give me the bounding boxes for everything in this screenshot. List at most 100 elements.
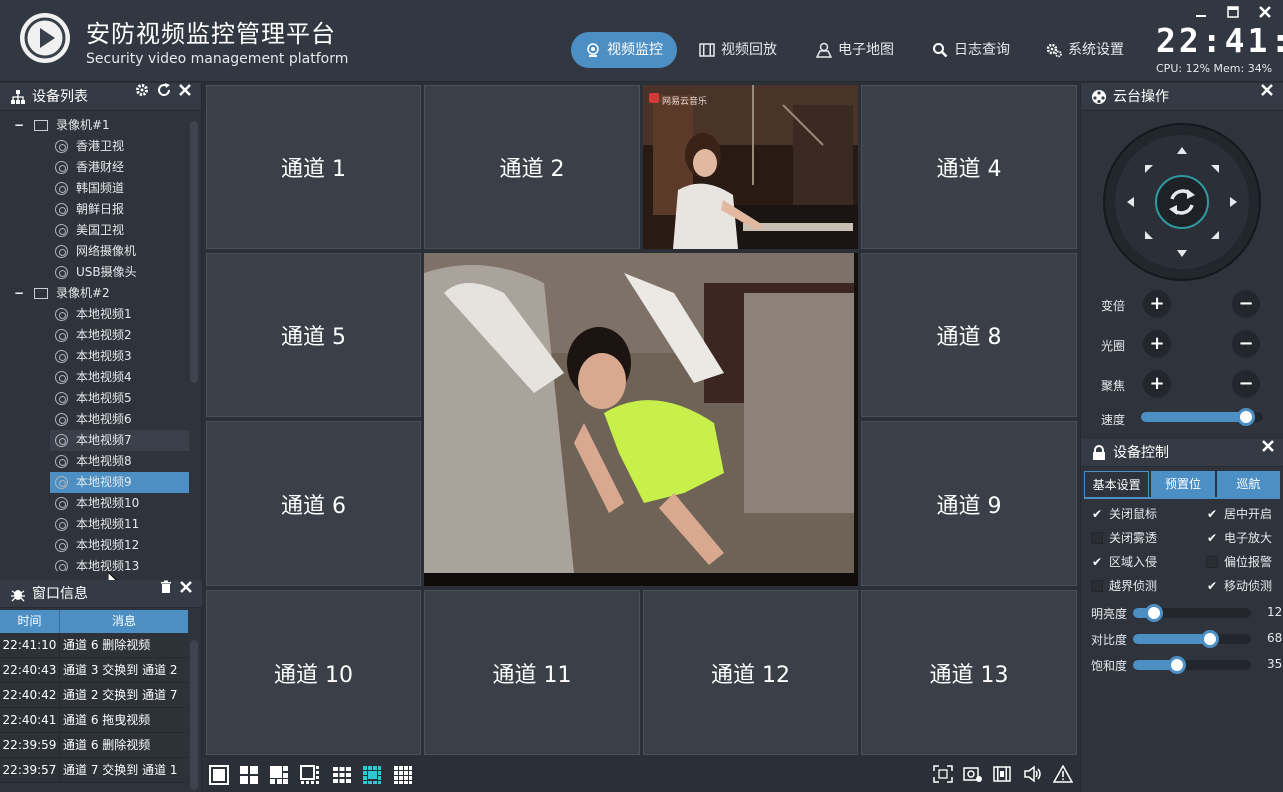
feature-checkbox[interactable]: ✔ 区域入侵 <box>1089 553 1157 571</box>
tree-item-channel[interactable]: 本地视频8 <box>0 451 190 472</box>
close-icon[interactable] <box>1261 83 1273 97</box>
tree-item-channel[interactable]: 本地视频11 <box>0 514 190 535</box>
minimize-button[interactable] <box>1191 3 1211 21</box>
ptz-right-button[interactable] <box>1230 197 1237 207</box>
tree-item-channel[interactable]: 本地视频4 <box>0 367 190 388</box>
close-button[interactable] <box>1255 3 1275 21</box>
adjust-slider-knob[interactable] <box>1201 630 1219 648</box>
channel-tile-10[interactable]: 通道 10 <box>206 590 421 755</box>
record-film-icon[interactable] <box>993 765 1013 783</box>
tree-group-recorder[interactable]: − 录像机#1 <box>0 115 190 136</box>
refresh-icon[interactable] <box>157 83 171 97</box>
channel-tile-8[interactable]: 通道 8 <box>861 253 1077 417</box>
channel-tile-7-video-large[interactable] <box>424 253 858 586</box>
adjust-slider[interactable] <box>1133 604 1251 622</box>
ptz-up-button[interactable] <box>1177 147 1187 154</box>
layout-8-icon[interactable] <box>300 765 320 785</box>
ptz-down-left-button[interactable] <box>1145 231 1153 239</box>
close-icon[interactable] <box>179 83 191 97</box>
focus-far-button[interactable]: − <box>1232 370 1260 398</box>
snapshot-icon[interactable] <box>963 765 983 783</box>
channel-tile-2[interactable]: 通道 2 <box>424 85 640 249</box>
tree-item-channel[interactable]: 本地视频10 <box>0 493 190 514</box>
channel-tile-4[interactable]: 通道 4 <box>861 85 1077 249</box>
nav-video-monitor[interactable]: 视频监控 <box>571 32 677 68</box>
ptz-up-left-button[interactable] <box>1145 165 1153 173</box>
channel-tile-9[interactable]: 通道 9 <box>861 421 1077 586</box>
trash-icon[interactable] <box>160 580 172 594</box>
layout-6-icon[interactable] <box>269 765 289 785</box>
adjust-slider-knob[interactable] <box>1168 656 1186 674</box>
collapse-icon[interactable]: − <box>14 283 26 304</box>
tree-group-recorder[interactable]: − 录像机#2 <box>0 283 190 304</box>
nav-log-query[interactable]: 日志查询 <box>932 32 1010 68</box>
iris-close-button[interactable]: − <box>1232 330 1260 358</box>
tree-item-channel[interactable]: 本地视频3 <box>0 346 190 367</box>
feature-checkbox[interactable]: ✔ 电子放大 <box>1204 529 1272 547</box>
adjust-slider[interactable] <box>1133 656 1251 674</box>
log-row[interactable]: 22:41:10 通道 6 删除视频 <box>0 633 188 658</box>
tree-item-channel[interactable]: 本地视频7 <box>0 430 190 451</box>
tab-presets[interactable]: 预置位 <box>1151 471 1215 497</box>
settings-gear-icon[interactable] <box>135 83 149 97</box>
layout-1-icon[interactable] <box>209 765 229 785</box>
tree-item-channel[interactable]: USB摄像头 <box>0 262 190 283</box>
close-icon[interactable] <box>1262 439 1274 453</box>
layout-4-icon[interactable] <box>239 765 259 785</box>
tab-cruise[interactable]: 巡航 <box>1216 471 1280 497</box>
tree-item-channel[interactable]: 美国卫视 <box>0 220 190 241</box>
tree-item-channel[interactable]: 韩国频道 <box>0 178 190 199</box>
close-icon[interactable] <box>180 580 192 594</box>
speed-slider-knob[interactable] <box>1237 408 1255 426</box>
tree-scrollbar[interactable] <box>190 121 198 383</box>
tree-item-channel[interactable]: 本地视频6 <box>0 409 190 430</box>
tree-item-channel[interactable]: 本地视频13 <box>0 556 190 571</box>
ptz-auto-rotate-button[interactable] <box>1155 175 1209 229</box>
channel-tile-13[interactable]: 通道 13 <box>861 590 1077 755</box>
adjust-slider-knob[interactable] <box>1145 604 1163 622</box>
tree-item-channel[interactable]: 香港财经 <box>0 157 190 178</box>
nav-system-settings[interactable]: 系统设置 <box>1046 32 1124 68</box>
feature-checkbox[interactable]: 关闭雾透 <box>1089 529 1157 547</box>
feature-checkbox[interactable]: 偏位报警 <box>1204 553 1272 571</box>
zoom-in-button[interactable]: + <box>1143 290 1171 318</box>
channel-tile-6[interactable]: 通道 6 <box>206 421 421 586</box>
channel-tile-5[interactable]: 通道 5 <box>206 253 421 417</box>
channel-tile-3-video[interactable]: 网易云音乐 <box>643 85 858 249</box>
log-row[interactable]: 22:40:42 通道 2 交换到 通道 7 <box>0 683 188 708</box>
tree-item-channel[interactable]: 本地视频1 <box>0 304 190 325</box>
iris-open-button[interactable]: + <box>1143 330 1171 358</box>
volume-icon[interactable] <box>1023 765 1043 783</box>
log-row[interactable]: 22:39:57 通道 7 交换到 通道 1 <box>0 758 188 783</box>
ptz-up-right-button[interactable] <box>1211 165 1219 173</box>
adjust-slider[interactable] <box>1133 630 1251 648</box>
collapse-icon[interactable]: − <box>14 115 26 136</box>
channel-tile-11[interactable]: 通道 11 <box>424 590 640 755</box>
log-scrollbar[interactable] <box>190 640 198 790</box>
nav-electronic-map[interactable]: 电子地图 <box>816 32 894 68</box>
tree-item-channel[interactable]: 本地视频5 <box>0 388 190 409</box>
focus-near-button[interactable]: + <box>1143 370 1171 398</box>
alarm-warning-icon[interactable] <box>1053 765 1073 783</box>
layout-16-icon[interactable] <box>393 765 413 785</box>
feature-checkbox[interactable]: ✔ 关闭鼠标 <box>1089 505 1157 523</box>
tree-item-channel[interactable]: 本地视频12 <box>0 535 190 556</box>
ptz-left-button[interactable] <box>1127 197 1134 207</box>
log-row[interactable]: 22:40:41 通道 6 拖曳视频 <box>0 708 188 733</box>
feature-checkbox[interactable]: ✔ 移动侦测 <box>1204 577 1272 595</box>
ptz-down-right-button[interactable] <box>1211 231 1219 239</box>
feature-checkbox[interactable]: 越界侦测 <box>1089 577 1157 595</box>
tree-item-channel[interactable]: 网络摄像机 <box>0 241 190 262</box>
tree-item-channel[interactable]: 本地视频9 <box>0 472 190 493</box>
tab-basic-settings[interactable]: 基本设置 <box>1084 471 1150 497</box>
maximize-button[interactable] <box>1223 3 1243 21</box>
ptz-down-button[interactable] <box>1177 250 1187 257</box>
channel-tile-12[interactable]: 通道 12 <box>643 590 858 755</box>
zoom-out-button[interactable]: − <box>1232 290 1260 318</box>
tree-item-channel[interactable]: 朝鲜日报 <box>0 199 190 220</box>
speed-slider[interactable] <box>1141 408 1263 426</box>
tree-item-channel[interactable]: 香港卫视 <box>0 136 190 157</box>
fullscreen-icon[interactable] <box>933 765 953 783</box>
tree-item-channel[interactable]: 本地视频2 <box>0 325 190 346</box>
layout-9-icon[interactable] <box>332 765 352 785</box>
